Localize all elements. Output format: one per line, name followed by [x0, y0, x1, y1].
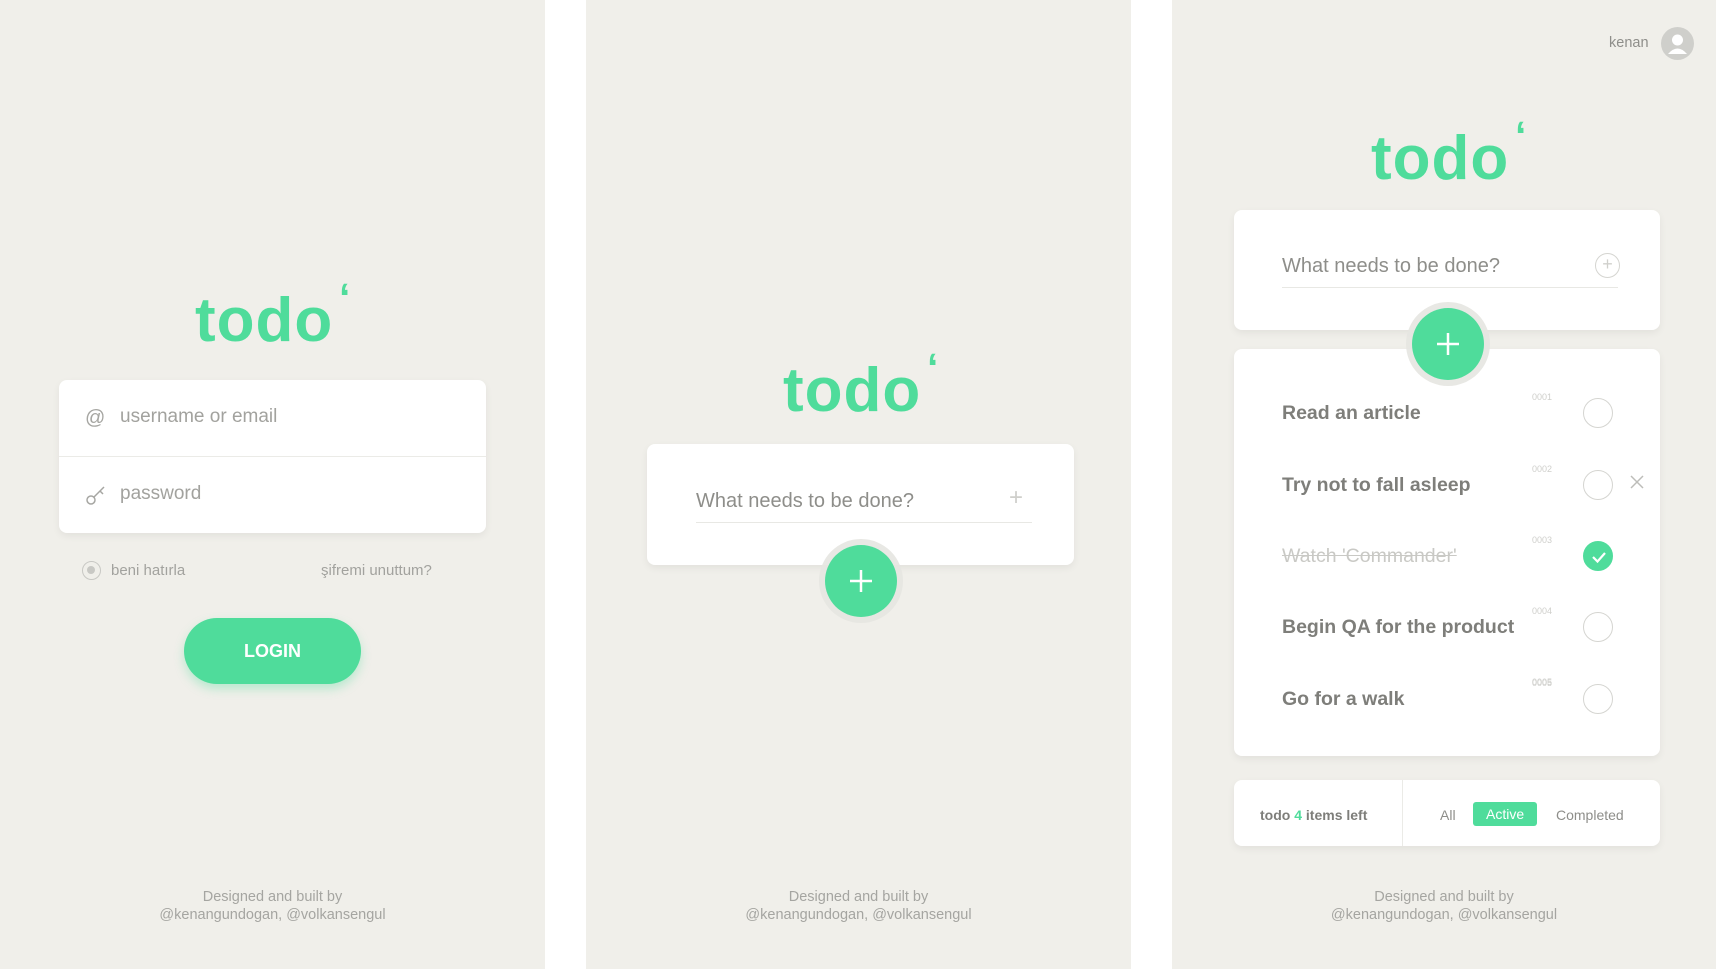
- todo-list-screen: kenan todo ‘ What needs to be done? + Rea…: [1172, 0, 1716, 969]
- user-icon: [1668, 34, 1687, 54]
- login-screen: todo ‘ @ username or email password beni …: [0, 0, 545, 969]
- avatar[interactable]: [1661, 27, 1694, 60]
- item-number: 0005: [1532, 677, 1553, 687]
- at-sign-icon: @: [85, 407, 106, 429]
- todo-item-label: Go for a walk: [1282, 688, 1405, 710]
- todo-item-label: Try not to fall asleep: [1282, 474, 1471, 496]
- item-checkbox[interactable]: [1583, 470, 1613, 500]
- app-logo: todo ‘: [783, 346, 940, 425]
- plus-icon: [850, 570, 872, 592]
- items-left: todo 4 items left: [1260, 807, 1368, 823]
- forgot-password-link[interactable]: şifremi unuttum?: [321, 562, 432, 579]
- add-todo-button[interactable]: [1412, 308, 1484, 380]
- remember-label: beni hatırla: [111, 562, 186, 579]
- filter-completed[interactable]: Completed: [1556, 807, 1624, 823]
- filter-all[interactable]: All: [1440, 807, 1456, 823]
- username-field[interactable]: @ username or email: [59, 380, 486, 455]
- app-logo: todo ‘: [195, 276, 352, 355]
- empty-todo-screen: todo ‘ What needs to be done? + Designed …: [586, 0, 1131, 969]
- item-checkbox[interactable]: [1583, 612, 1613, 642]
- todo-input[interactable]: What needs to be done?: [696, 490, 914, 513]
- key-icon: [85, 484, 107, 506]
- remember-radio[interactable]: [82, 561, 101, 580]
- item-number: 0002: [1532, 464, 1553, 474]
- todo-list-card: Read an article 0001 Try not to fall aslee…: [1234, 349, 1660, 756]
- todo-item-label: Watch 'Commander': [1282, 545, 1457, 567]
- item-number: 0004: [1532, 606, 1553, 616]
- todo-item[interactable]: Read an article 0001: [1282, 392, 1662, 434]
- todo-item[interactable]: Go for a walk 0005: [1282, 678, 1662, 720]
- login-form: @ username or email password: [59, 380, 486, 533]
- filter-active[interactable]: Active: [1473, 802, 1538, 826]
- input-underline: [696, 522, 1032, 523]
- todo-item-label: Begin QA for the product: [1282, 616, 1515, 638]
- app-logo: todo ‘: [1371, 114, 1528, 193]
- item-number: 0003: [1532, 535, 1553, 545]
- footer-credits: Designed and built by @kenangundogan, @v…: [745, 889, 972, 923]
- plus-icon: [1437, 333, 1459, 355]
- todo-item[interactable]: Try not to fall asleep 0002: [1282, 464, 1662, 506]
- input-underline: [1282, 287, 1618, 288]
- item-checkbox[interactable]: [1583, 684, 1613, 714]
- todo-item-label: Read an article: [1282, 402, 1421, 424]
- todo-item[interactable]: Watch 'Commander' 0003: [1282, 535, 1662, 577]
- item-checkbox[interactable]: [1583, 398, 1613, 428]
- status-bar: todo 4 items left All Active Completed: [1234, 780, 1660, 846]
- item-number: 0001: [1532, 392, 1553, 402]
- add-icon[interactable]: +: [1009, 484, 1023, 512]
- password-field[interactable]: password: [59, 457, 486, 532]
- login-button[interactable]: LOGIN: [184, 618, 361, 684]
- add-todo-button[interactable]: [825, 545, 897, 617]
- delete-icon[interactable]: [1627, 472, 1647, 492]
- checked-checkbox[interactable]: [1583, 541, 1613, 571]
- footer-credits: Designed and built by @kenangundogan, @v…: [159, 889, 386, 923]
- check-icon: [1592, 552, 1606, 564]
- user-name[interactable]: kenan: [1609, 35, 1649, 51]
- add-circle-icon[interactable]: +: [1595, 253, 1620, 278]
- footer-credits: Designed and built by @kenangundogan, @v…: [1330, 889, 1558, 923]
- todo-item[interactable]: Begin QA for the product 0004: [1282, 606, 1662, 648]
- status-divider: [1402, 780, 1403, 846]
- todo-input[interactable]: What needs to be done?: [1282, 255, 1500, 278]
